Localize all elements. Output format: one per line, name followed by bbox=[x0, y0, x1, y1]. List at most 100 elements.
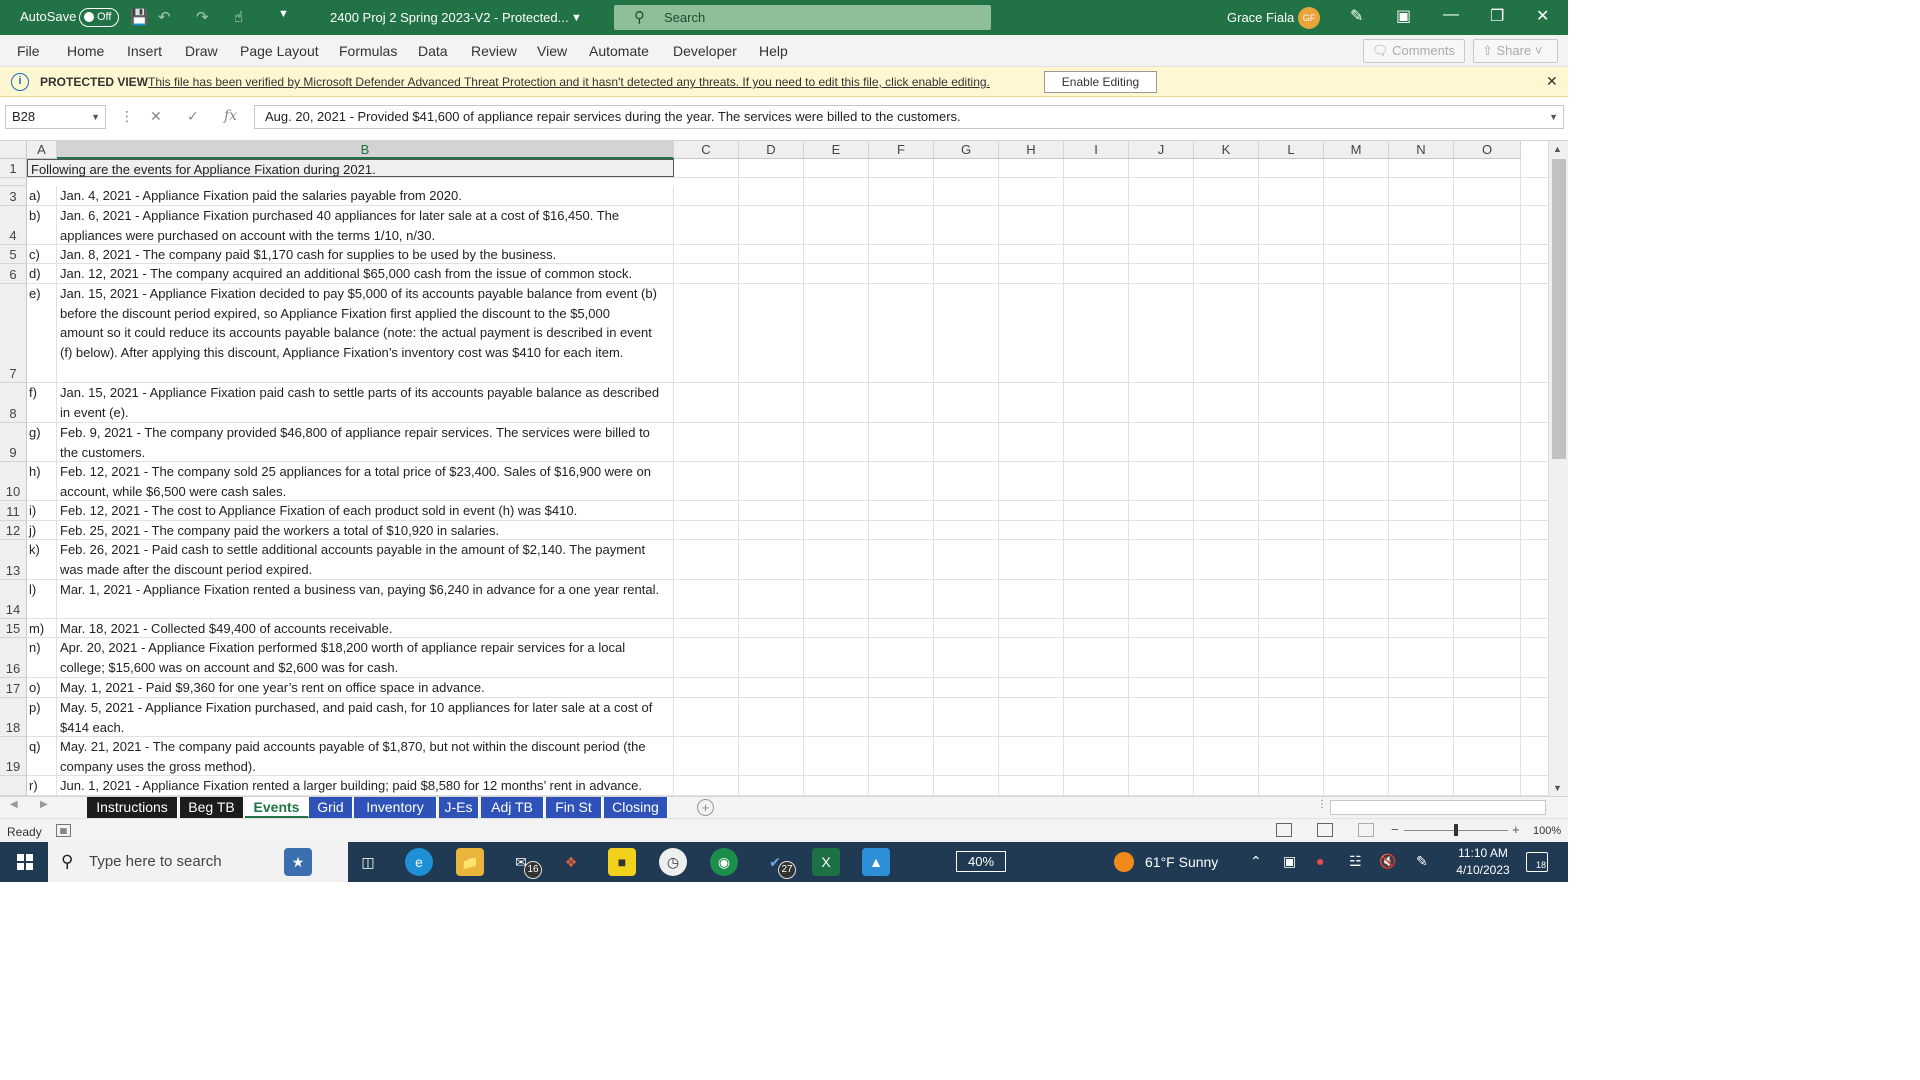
column-header-f[interactable]: F bbox=[869, 141, 934, 159]
cell-b[interactable]: May. 1, 2021 - Paid $9,360 for one year’… bbox=[57, 678, 674, 697]
cell-a[interactable]: m) bbox=[27, 619, 57, 637]
tab-developer[interactable]: Developer bbox=[673, 43, 737, 59]
sheet-tab-beg-tb[interactable]: Beg TB bbox=[180, 797, 244, 818]
add-sheet-button[interactable]: + bbox=[697, 799, 714, 816]
cell-a[interactable]: e) bbox=[27, 284, 57, 382]
ribbon-display-icon[interactable]: ▣ bbox=[1396, 6, 1411, 26]
cell-b[interactable]: Jan. 12, 2021 - The company acquired an … bbox=[57, 264, 674, 283]
page-layout-view-icon[interactable] bbox=[1317, 823, 1333, 837]
chevron-down-icon[interactable]: ▼ bbox=[91, 106, 100, 128]
zoom-in-icon[interactable]: + bbox=[1512, 822, 1520, 837]
cell-a[interactable]: b) bbox=[27, 206, 57, 244]
column-header-n[interactable]: N bbox=[1389, 141, 1454, 159]
sheet-tab-instructions[interactable]: Instructions bbox=[87, 797, 178, 818]
cell-a[interactable]: d) bbox=[27, 264, 57, 283]
column-header-g[interactable]: G bbox=[934, 141, 999, 159]
file-explorer-icon[interactable]: 📁 bbox=[456, 848, 484, 876]
cell-b[interactable]: Jan. 8, 2021 - The company paid $1,170 c… bbox=[57, 245, 674, 263]
column-header-l[interactable]: L bbox=[1259, 141, 1324, 159]
tab-insert[interactable]: Insert bbox=[127, 43, 162, 59]
column-header-e[interactable]: E bbox=[804, 141, 869, 159]
photos-icon[interactable]: ▲ bbox=[862, 848, 890, 876]
sheet-tab-j-es[interactable]: J-Es bbox=[439, 797, 479, 818]
row-header[interactable]: 15 bbox=[0, 619, 27, 638]
cell-a[interactable]: n) bbox=[27, 638, 57, 677]
cell-b[interactable]: Feb. 9, 2021 - The company provided $46,… bbox=[57, 423, 674, 461]
cell-b[interactable]: Mar. 1, 2021 - Appliance Fixation rented… bbox=[57, 580, 674, 618]
comments-button[interactable]: 🗨 Comments bbox=[1363, 39, 1465, 63]
cell-a[interactable]: c) bbox=[27, 245, 57, 263]
column-header-j[interactable]: J bbox=[1129, 141, 1194, 159]
sheet-tab-events[interactable]: Events bbox=[245, 797, 309, 818]
column-header-d[interactable]: D bbox=[739, 141, 804, 159]
autosave-toggle[interactable]: Off bbox=[79, 8, 119, 27]
volume-muted-icon[interactable]: 🔇 bbox=[1379, 853, 1396, 870]
protected-view-message[interactable]: This file has been verified by Microsoft… bbox=[148, 75, 990, 89]
cell-b[interactable]: Jan. 4, 2021 - Appliance Fixation paid t… bbox=[57, 186, 674, 205]
zoom-out-icon[interactable]: − bbox=[1391, 822, 1399, 837]
cell-a[interactable]: f) bbox=[27, 383, 57, 422]
row-header[interactable]: 8 bbox=[0, 383, 27, 423]
scroll-down-icon[interactable]: ▼ bbox=[1553, 783, 1562, 793]
row-header[interactable]: 3 bbox=[0, 186, 27, 206]
column-header-h[interactable]: H bbox=[999, 141, 1064, 159]
sheet-tab-closing[interactable]: Closing bbox=[604, 797, 668, 818]
document-title[interactable]: 2400 Proj 2 Spring 2023-V2 - Protected..… bbox=[330, 10, 568, 25]
news-app-icon[interactable]: ★ bbox=[284, 848, 312, 876]
tab-draw[interactable]: Draw bbox=[185, 43, 218, 59]
search-box[interactable]: ⚲ Search bbox=[614, 5, 991, 30]
row-header[interactable]: 10 bbox=[0, 462, 27, 501]
cell-b[interactable]: May. 5, 2021 - Appliance Fixation purcha… bbox=[57, 698, 674, 736]
row-header[interactable]: 7 bbox=[0, 284, 27, 383]
show-hidden-icons-icon[interactable]: ⌃ bbox=[1250, 853, 1262, 870]
column-header-i[interactable]: I bbox=[1064, 141, 1129, 159]
minimize-icon[interactable]: — bbox=[1443, 6, 1459, 24]
row-header[interactable]: 12 bbox=[0, 521, 27, 540]
weather-text[interactable]: 61°F Sunny bbox=[1145, 854, 1218, 870]
prev-sheet-icon[interactable]: ◀ bbox=[10, 799, 18, 810]
notifications-icon[interactable]: 18 bbox=[1526, 852, 1548, 872]
row-header[interactable]: 1 bbox=[0, 159, 27, 178]
clock-app-icon[interactable]: ◷ bbox=[659, 848, 687, 876]
enable-editing-button[interactable]: Enable Editing bbox=[1044, 71, 1157, 93]
save-icon[interactable]: 💾 bbox=[130, 8, 149, 26]
tab-page-layout[interactable]: Page Layout bbox=[240, 43, 319, 59]
app-icon[interactable]: ❖ bbox=[557, 848, 585, 876]
sheet-tab-inventory[interactable]: Inventory bbox=[354, 797, 437, 818]
row-header[interactable]: 6 bbox=[0, 264, 27, 284]
cell-b[interactable]: Apr. 20, 2021 - Appliance Fixation perfo… bbox=[57, 638, 674, 677]
next-sheet-icon[interactable]: ▶ bbox=[40, 799, 48, 810]
cell-b[interactable]: Feb. 26, 2021 - Paid cash to settle addi… bbox=[57, 540, 674, 579]
cell-b[interactable]: Jan. 15, 2021 - Appliance Fixation decid… bbox=[57, 284, 674, 382]
tab-home[interactable]: Home bbox=[67, 43, 104, 59]
zoom-slider-thumb[interactable] bbox=[1454, 824, 1458, 836]
normal-view-icon[interactable] bbox=[1276, 823, 1292, 837]
row-header[interactable]: 19 bbox=[0, 737, 27, 776]
restore-icon[interactable]: ❐ bbox=[1490, 6, 1504, 26]
row-header[interactable]: 4 bbox=[0, 206, 27, 245]
chevron-down-icon[interactable]: ▼ bbox=[571, 12, 582, 24]
column-header-k[interactable]: K bbox=[1194, 141, 1259, 159]
avatar[interactable]: GF bbox=[1298, 7, 1320, 29]
row-header-hidden[interactable] bbox=[0, 178, 27, 186]
cell-b[interactable]: Jan. 6, 2021 - Appliance Fixation purcha… bbox=[57, 206, 674, 244]
tab-review[interactable]: Review bbox=[471, 43, 517, 59]
tab-automate[interactable]: Automate bbox=[589, 43, 649, 59]
cell-a[interactable]: h) bbox=[27, 462, 57, 500]
scroll-thumb[interactable] bbox=[1552, 159, 1566, 459]
cell-b[interactable]: Mar. 18, 2021 - Collected $49,400 of acc… bbox=[57, 619, 674, 637]
cell-a[interactable]: k) bbox=[27, 540, 57, 579]
column-header-m[interactable]: M bbox=[1324, 141, 1389, 159]
cell-a[interactable]: g) bbox=[27, 423, 57, 461]
scroll-up-icon[interactable]: ▲ bbox=[1553, 144, 1562, 154]
column-header-b[interactable]: B bbox=[57, 141, 674, 159]
tab-view[interactable]: View bbox=[537, 43, 567, 59]
wifi-icon[interactable]: ☳ bbox=[1349, 853, 1362, 870]
sheet-tab-grid[interactable]: Grid bbox=[309, 797, 353, 818]
cell-a[interactable]: p) bbox=[27, 698, 57, 736]
zoom-level[interactable]: 100% bbox=[1533, 825, 1561, 837]
sheet-tab-fin-st[interactable]: Fin St bbox=[546, 797, 602, 818]
cancel-icon[interactable]: ✕ bbox=[150, 108, 162, 125]
redo-icon[interactable]: ↷ bbox=[196, 8, 209, 26]
tab-formulas[interactable]: Formulas bbox=[339, 43, 397, 59]
